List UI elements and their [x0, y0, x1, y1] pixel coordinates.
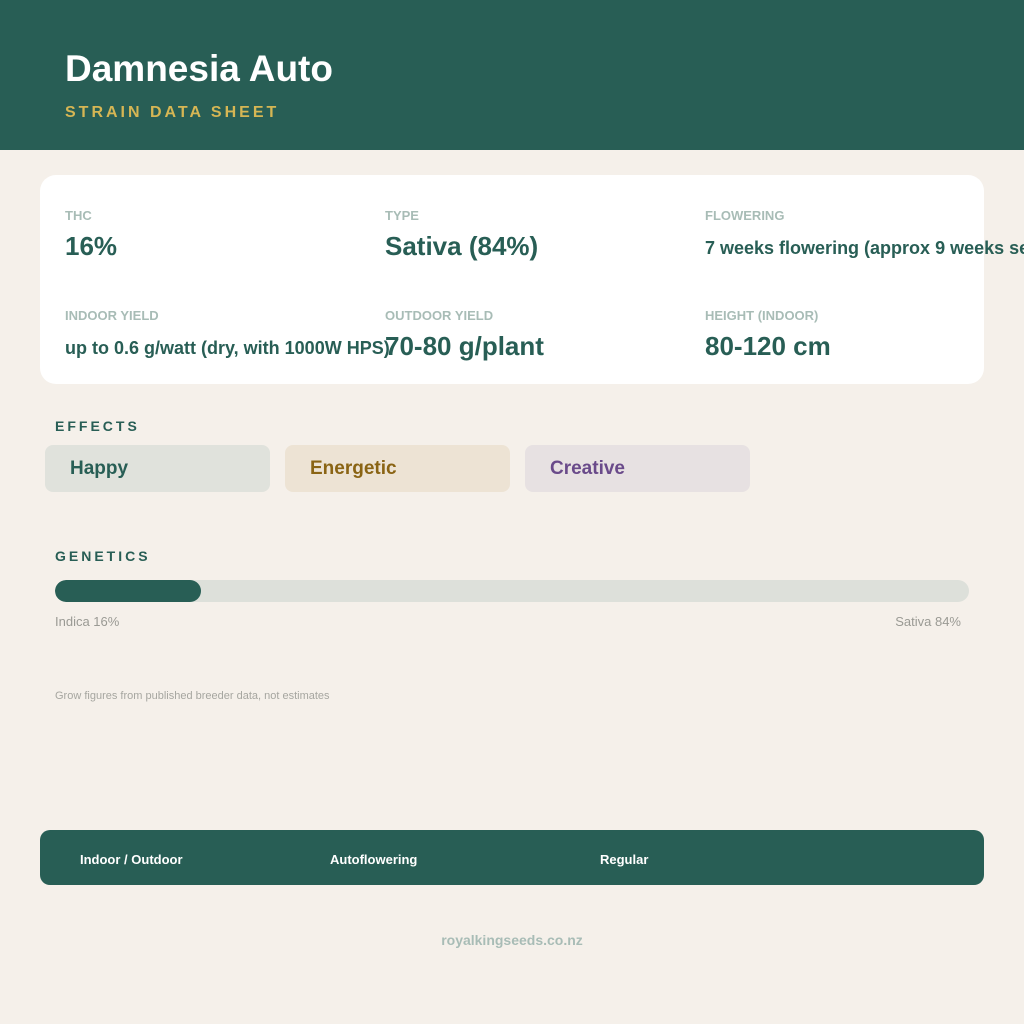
outdoor-yield-value: 70-80 g/plant — [385, 331, 544, 361]
footer-item-seed-type: Regular — [600, 852, 649, 867]
effect-tag-happy: Happy — [45, 445, 270, 492]
genetics-bar — [55, 580, 969, 602]
footer-bar: Indoor / Outdoor Autoflowering Regular — [40, 830, 984, 885]
flowering-label: FLOWERING — [705, 208, 785, 223]
indoor-yield-value: up to 0.6 g/watt (dry, with 1000W HPS) — [65, 338, 390, 358]
sativa-label: Sativa 84% — [895, 614, 961, 629]
thc-label: THC — [65, 208, 92, 223]
effect-tag-label: Creative — [550, 458, 625, 479]
type-label: TYPE — [385, 208, 419, 223]
effect-tag-energetic: Energetic — [285, 445, 510, 492]
genetics-heading: GENETICS — [55, 548, 151, 564]
effect-tag-label: Happy — [70, 458, 129, 479]
header-banner: Damnesia Auto STRAIN DATA SHEET — [0, 0, 1024, 150]
footer-item-environment: Indoor / Outdoor — [80, 852, 183, 867]
height-label: HEIGHT (INDOOR) — [705, 308, 819, 323]
page-title: Damnesia Auto — [65, 48, 333, 89]
thc-value: 16% — [65, 231, 118, 261]
footnote: Grow figures from published breeder data… — [55, 690, 330, 702]
flowering-value: 7 weeks flowering (approx 9 weeks se — [705, 238, 1024, 258]
indica-label: Indica 16% — [55, 614, 120, 629]
effect-tag-creative: Creative — [525, 445, 750, 492]
footer-item-flowering-type: Autoflowering — [330, 852, 418, 867]
indoor-yield-label: INDOOR YIELD — [65, 308, 159, 323]
type-value: Sativa (84%) — [385, 231, 539, 261]
indica-bar-fill — [55, 580, 202, 602]
effect-tag-label: Energetic — [310, 458, 397, 479]
effects-heading: EFFECTS — [55, 418, 140, 434]
page-subtitle: STRAIN DATA SHEET — [65, 104, 280, 121]
website-link[interactable]: royalkingseeds.co.nz — [0, 932, 1024, 948]
stats-card: THC 16% TYPE Sativa (84%) FLOWERING 7 we… — [40, 175, 1024, 384]
outdoor-yield-label: OUTDOOR YIELD — [385, 308, 494, 323]
height-value: 80-120 cm — [705, 331, 831, 361]
